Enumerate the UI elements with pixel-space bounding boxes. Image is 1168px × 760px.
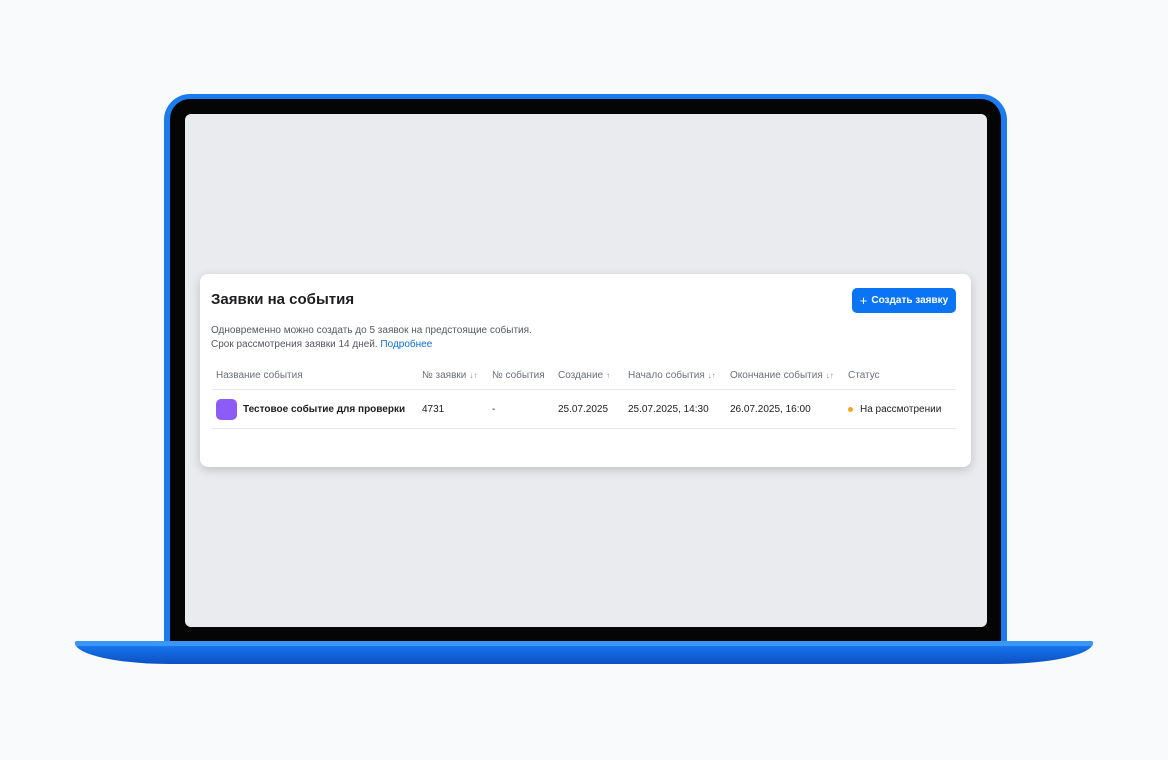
description-line-2: Срок рассмотрения заявки 14 дней. Подроб… [211,338,532,352]
column-label: Название события [216,370,303,381]
column-header-end[interactable]: Окончание события ↓↑ [726,362,844,390]
create-request-label: Создать заявку [871,295,949,306]
column-header-event-no[interactable]: № события [488,362,554,390]
review-period-text: Срок рассмотрения заявки 14 дней. [211,339,378,350]
column-header-created[interactable]: Создание ↑ [554,362,624,390]
sort-icon: ↓↑ [707,371,716,380]
sort-icon: ↓↑ [825,371,834,380]
cell-start: 25.07.2025, 14:30 [624,389,726,429]
cell-request-no: 4731 [418,389,488,429]
column-label: № события [492,370,545,381]
description: Одновременно можно создать до 5 заявок н… [211,324,532,352]
requests-card: Заявки на события + Создать заявку Однов… [200,274,971,467]
status-badge: На рассмотрении [860,403,942,415]
column-header-event-name[interactable]: Название события [212,362,418,390]
event-avatar [216,398,237,420]
column-header-start[interactable]: Начало события ↓↑ [624,362,726,390]
description-line-1: Одновременно можно создать до 5 заявок н… [211,325,532,336]
column-label: № заявки [422,370,467,381]
table-header-row: Название события № заявки ↓↑ № события Со… [212,362,956,390]
column-label: Начало события [628,370,705,381]
status-dot-icon [848,406,853,412]
column-label: Статус [848,370,880,381]
cell-event-no: - [488,389,554,429]
cell-status: На рассмотрении [844,389,956,429]
laptop-screen: Заявки на события + Создать заявку Однов… [185,114,987,627]
sort-icon: ↑ [606,371,611,380]
laptop-base-edge [75,641,1093,646]
column-label: Создание [558,370,604,381]
requests-table: Название события № заявки ↓↑ № события Со… [212,362,956,429]
cell-created: 25.07.2025 [554,389,624,429]
create-request-button[interactable]: + Создать заявку [852,288,956,313]
cell-event-name: Тестовое событие для проверки [212,389,418,429]
plus-icon: + [859,293,868,308]
column-header-request-no[interactable]: № заявки ↓↑ [418,362,488,390]
column-label: Окончание события [730,370,823,381]
column-header-status[interactable]: Статус [844,362,956,390]
sort-icon: ↓↑ [469,371,478,380]
more-info-link[interactable]: Подробнее [380,339,432,350]
cell-end: 26.07.2025, 16:00 [726,389,844,429]
table-row[interactable]: Тестовое событие для проверки 4731 - 25.… [212,389,956,429]
event-name: Тестовое событие для проверки [243,403,406,415]
page-title: Заявки на события [211,291,355,308]
